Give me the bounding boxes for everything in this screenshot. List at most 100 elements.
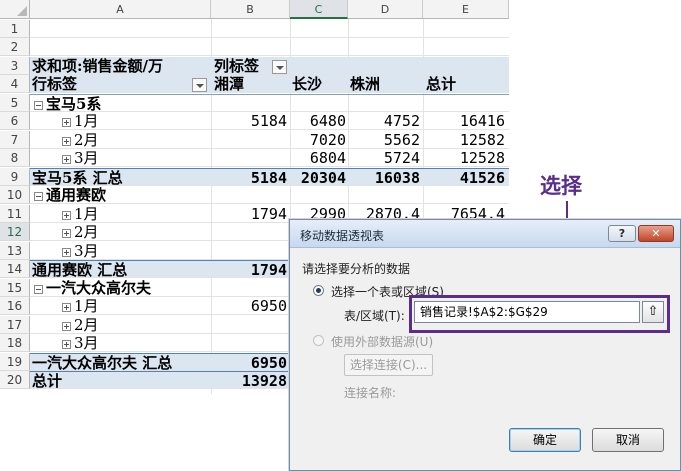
expand-icon[interactable] xyxy=(62,247,71,257)
sheet-row-1[interactable] xyxy=(30,20,509,38)
column-header-a[interactable]: A xyxy=(30,0,211,19)
row-header-19[interactable]: 19 xyxy=(0,353,30,371)
row-labels-filter-button[interactable] xyxy=(192,77,207,92)
column-label-changsha: 长沙 xyxy=(292,75,323,93)
pivot-value-field[interactable]: 求和项:销售金额/万 xyxy=(32,57,163,75)
month-label[interactable]: 3月 xyxy=(62,149,99,167)
value-cell[interactable]: 12528 xyxy=(423,149,505,167)
value-cell[interactable]: 13928 xyxy=(211,372,287,390)
month-label[interactable]: 3月 xyxy=(62,334,99,352)
row-header-18[interactable]: 18 xyxy=(0,334,30,352)
table-range-input[interactable]: 销售记录!$A$2:$G$29 xyxy=(414,301,640,323)
expand-icon[interactable] xyxy=(62,321,71,331)
pivot-header-row[interactable]: 求和项:销售金额/万 列标签 xyxy=(30,57,509,75)
month-label[interactable]: 3月 xyxy=(62,242,99,260)
choose-connection-button[interactable]: 选择连接(C)... xyxy=(344,354,433,376)
row-header-8[interactable]: 8 xyxy=(0,149,30,167)
dialog-title-bar[interactable]: 移动数据透视表 ? ✕ xyxy=(290,220,680,248)
value-cell[interactable]: 7020 xyxy=(290,131,346,149)
pivot-data-row[interactable]: 2月 7020 5562 12582 xyxy=(30,131,509,149)
collapse-icon[interactable] xyxy=(34,191,43,201)
row-header-20[interactable]: 20 xyxy=(0,371,30,389)
group-label[interactable]: 一汽大众高尔夫 xyxy=(34,279,151,297)
value-cell[interactable]: 5724 xyxy=(348,149,420,167)
row-header-12[interactable]: 12 xyxy=(0,223,30,241)
pivot-group-row[interactable]: 宝马5系 xyxy=(30,94,509,113)
radio-table-range[interactable] xyxy=(313,285,324,296)
value-cell[interactable]: 20304 xyxy=(290,169,346,187)
expand-icon[interactable] xyxy=(62,228,71,238)
row-header-6[interactable]: 6 xyxy=(0,112,30,130)
month-label[interactable]: 2月 xyxy=(62,223,99,241)
help-button[interactable]: ? xyxy=(608,225,636,242)
value-cell[interactable]: 6950 xyxy=(211,354,287,372)
pivot-data-row[interactable]: 3月 6804 5724 12528 xyxy=(30,149,509,167)
row-header-13[interactable]: 13 xyxy=(0,242,30,260)
expand-icon[interactable] xyxy=(62,154,71,164)
column-header-e[interactable]: E xyxy=(423,0,509,19)
row-header-10[interactable]: 10 xyxy=(0,186,30,204)
row-header-3[interactable]: 3 xyxy=(0,57,30,75)
group-label[interactable]: 宝马5系 xyxy=(34,95,101,113)
row-header-17[interactable]: 17 xyxy=(0,316,30,334)
chevron-down-icon xyxy=(192,77,207,92)
month-label[interactable]: 2月 xyxy=(62,316,99,334)
close-button[interactable]: ✕ xyxy=(638,225,674,242)
row-header-11[interactable]: 11 xyxy=(0,205,30,223)
pivot-group-row[interactable]: 通用赛欧 xyxy=(30,186,509,204)
cancel-button[interactable]: 取消 xyxy=(592,428,664,452)
sheet-row-2[interactable] xyxy=(30,38,509,56)
row-header-9[interactable]: 9 xyxy=(0,168,30,186)
row-header-5[interactable]: 5 xyxy=(0,94,30,112)
row-header-15[interactable]: 15 xyxy=(0,279,30,297)
month-name: 2月 xyxy=(74,223,99,241)
row-header-4[interactable]: 4 xyxy=(0,75,30,93)
subtotal-label: 一汽大众高尔夫 汇总 xyxy=(32,354,173,372)
month-name: 1月 xyxy=(74,205,99,223)
month-label[interactable]: 1月 xyxy=(62,112,99,130)
ok-button[interactable]: 确定 xyxy=(509,428,581,452)
column-header-d[interactable]: D xyxy=(348,0,423,19)
value-cell[interactable]: 6480 xyxy=(290,112,346,130)
expand-icon[interactable] xyxy=(62,210,71,220)
value-cell[interactable]: 5184 xyxy=(211,112,287,130)
expand-icon[interactable] xyxy=(62,302,71,312)
column-header-c[interactable]: C xyxy=(290,0,348,19)
column-labels-filter-button[interactable] xyxy=(272,59,287,74)
month-label[interactable]: 2月 xyxy=(62,131,99,149)
row-header-16[interactable]: 16 xyxy=(0,297,30,315)
value-cell[interactable]: 4752 xyxy=(348,112,420,130)
expand-icon[interactable] xyxy=(62,339,71,349)
value-cell[interactable]: 16416 xyxy=(423,112,505,130)
value-cell[interactable]: 41526 xyxy=(423,169,505,187)
expand-icon[interactable] xyxy=(62,117,71,127)
value-cell[interactable]: 12582 xyxy=(423,131,505,149)
value-cell[interactable]: 1794 xyxy=(211,205,287,223)
row-header-1[interactable]: 1 xyxy=(0,20,30,38)
month-label[interactable]: 1月 xyxy=(62,297,99,315)
value-cell[interactable]: 1794 xyxy=(211,261,287,279)
row-header-14[interactable]: 14 xyxy=(0,260,30,278)
collapse-dialog-button[interactable]: ⇧ xyxy=(642,301,664,323)
subtotal-label: 宝马5系 汇总 xyxy=(32,169,123,187)
collapse-icon[interactable] xyxy=(34,100,43,110)
option-external-source-label[interactable]: 使用外部数据源(U) xyxy=(331,333,433,350)
row-header-7[interactable]: 7 xyxy=(0,131,30,149)
value-cell[interactable]: 5562 xyxy=(348,131,420,149)
pivot-data-row[interactable]: 1月 5184 6480 4752 16416 xyxy=(30,112,509,130)
value-cell[interactable]: 5184 xyxy=(211,169,287,187)
row-header-2[interactable]: 2 xyxy=(0,38,30,56)
pivot-subtotal-row[interactable]: 宝马5系 汇总 5184 20304 16038 41526 xyxy=(30,168,509,187)
value-cell[interactable]: 6950 xyxy=(211,297,287,315)
move-pivot-table-dialog[interactable]: 移动数据透视表 ? ✕ 请选择要分析的数据 选择一个表或区域(S) 表/区域(T… xyxy=(289,219,681,471)
expand-icon[interactable] xyxy=(62,136,71,146)
pivot-column-labels-row[interactable]: 行标签 湘潭 长沙 株洲 总计 xyxy=(30,75,509,93)
group-label[interactable]: 通用赛欧 xyxy=(34,186,106,204)
column-header-b[interactable]: B xyxy=(211,0,290,19)
collapse-icon[interactable] xyxy=(34,284,43,294)
value-cell[interactable]: 16038 xyxy=(348,169,420,187)
select-all-corner[interactable] xyxy=(0,0,30,19)
month-label[interactable]: 1月 xyxy=(62,205,99,223)
value-cell[interactable]: 6804 xyxy=(290,149,346,167)
radio-external-source[interactable] xyxy=(313,335,324,346)
